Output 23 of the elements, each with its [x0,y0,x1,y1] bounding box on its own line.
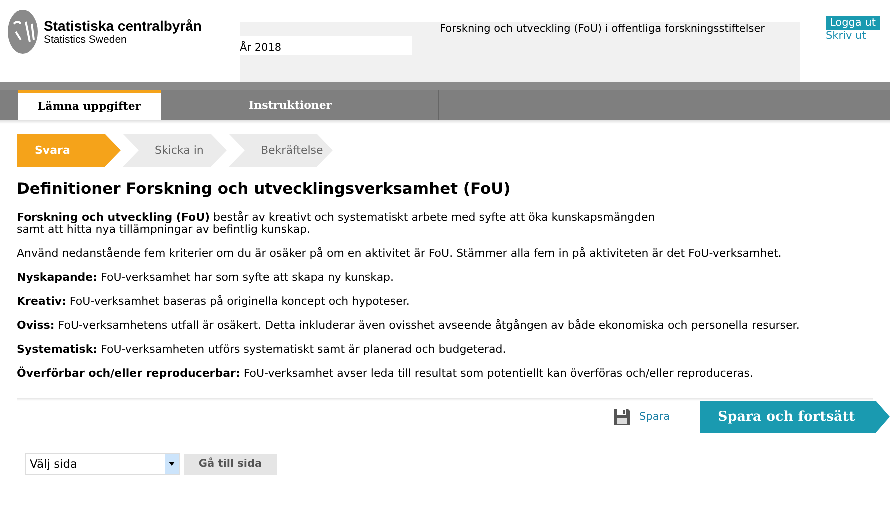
survey-year: År 2018 [240,36,412,55]
page-heading: Definitioner Forskning och utvecklingsverksamhet (FoU) [17,180,512,198]
paragraph: Kreativ: FoU-verksamhet baseras på originella koncept och hypoteser. [17,296,411,308]
paragraph: Använd nedanstående fem kriterier om du är osäker på om en aktivitet är FoU. Stämmer alla fem in på aktiviteten är det FoU-verksamhet. [17,248,783,260]
tab[interactable]: Lämna uppgifter [18,90,161,120]
save-button[interactable]: Spara [607,407,676,427]
org-subtitle: Statistics Sweden [44,34,128,46]
paragraph: Nyskapande: FoU-verksamhet har som syfte att skapa ny kunskap. [17,272,396,284]
step-tab[interactable]: Skicka in [123,134,227,167]
logo-icon [8,10,38,54]
save-continue-button[interactable]: Spara och fortsätt [700,401,890,433]
page-select[interactable]: Välj sida [25,453,180,475]
org-name: Statistiska centralbyrån [44,18,202,34]
paragraph: Systematisk: FoU-verksamheten utförs systematiskt samt är planerad och budgeterad. [17,344,508,356]
survey-title: Forskning och utveckling (FoU) i offentliga forskningsstiftelser [439,22,766,36]
logout-button[interactable]: Logga ut [826,16,880,30]
dropdown-caret-icon [169,462,175,466]
paragraph: Forskning och utveckling (FoU) består av kreativt och systematiskt arbete med syfte att öka kunskapsmängden samt att hitta nya tillämpningar av befintlig kunskap. [17,212,656,236]
paragraph: Överförbar och/eller reproducerbar: FoU-verksamhet avser leda till resultat som potentiellt kan överföras och/eller reproduceras. [17,368,755,380]
step-tab[interactable]: Bekräftelse [229,134,333,167]
go-to-page-button[interactable]: Gå till sida [184,454,277,474]
paragraph: Oviss: FoU-verksamhetens utfall är osäkert. Detta inkluderar även ovisshet avseende åtgången av både ekonomiska och personella resurser. [17,320,801,332]
print-link[interactable]: Skriv ut [826,30,866,42]
